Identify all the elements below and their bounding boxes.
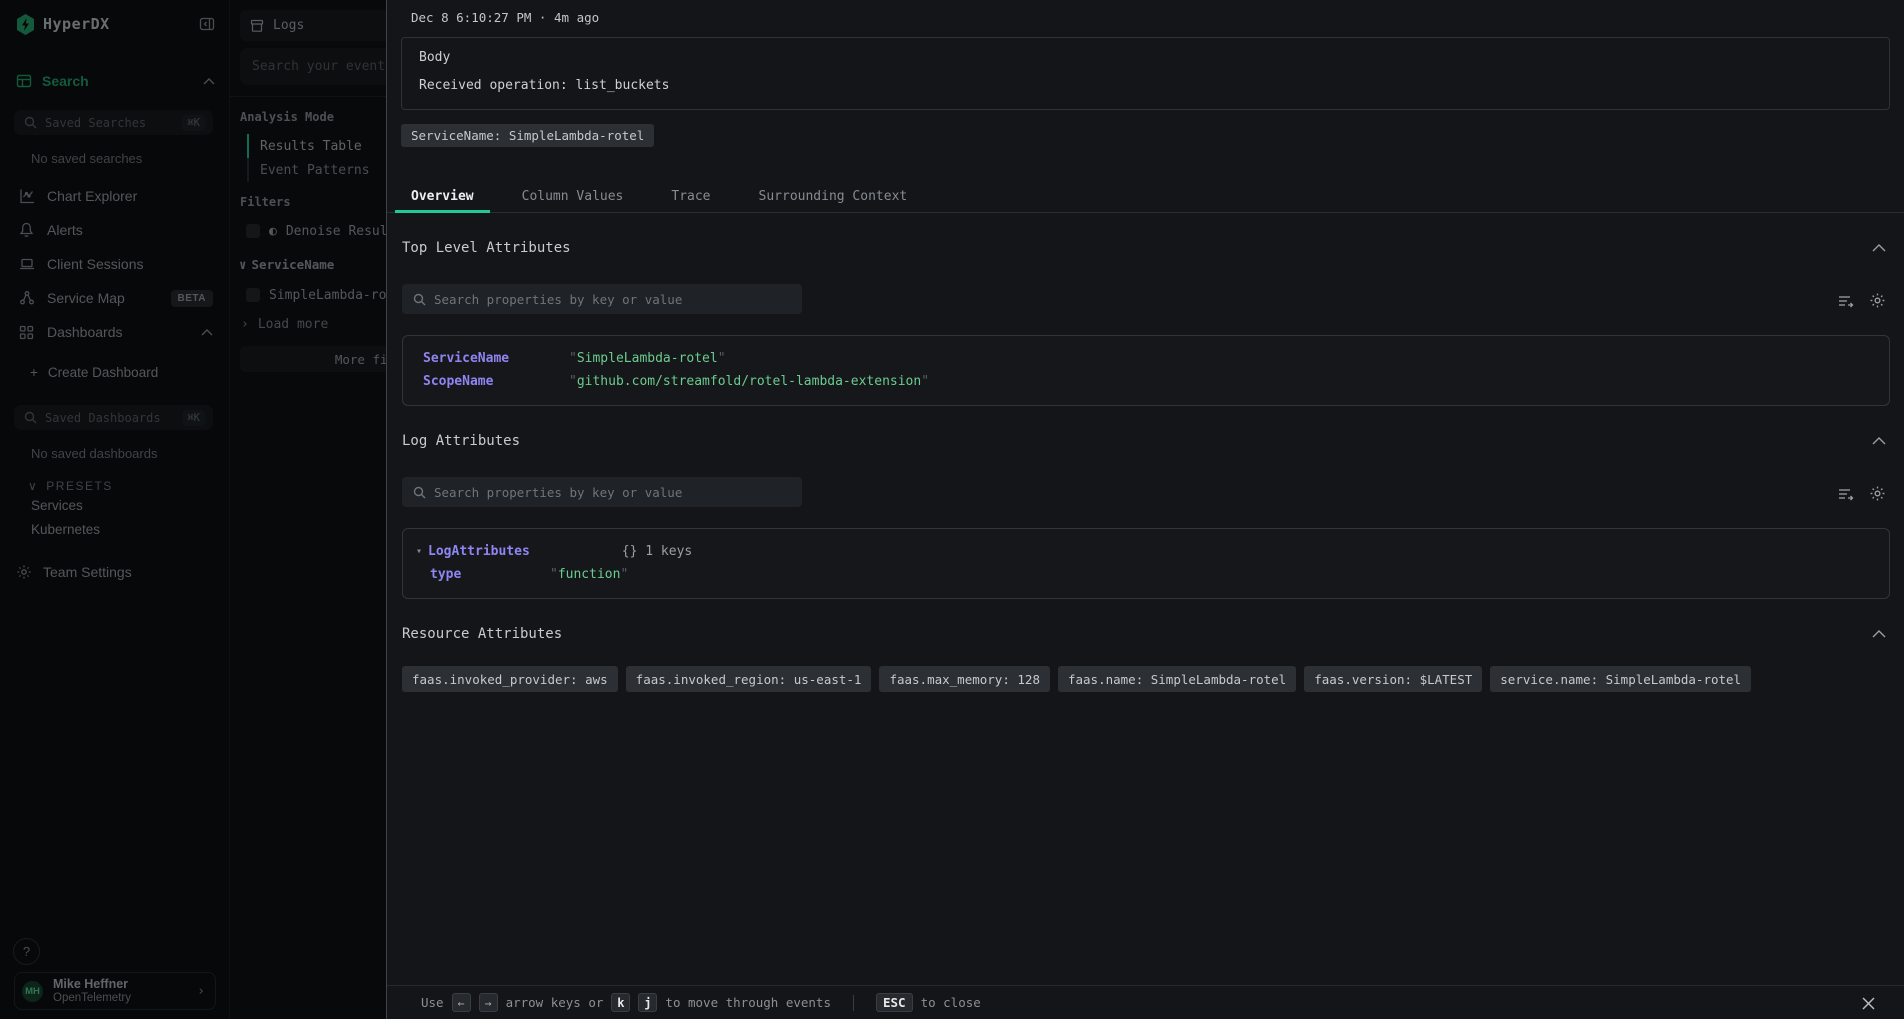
properties-search[interactable] bbox=[402, 284, 802, 314]
attribute-row[interactable]: type function bbox=[403, 563, 1889, 586]
tree-root-key: LogAttributes bbox=[428, 544, 530, 559]
attribute-row[interactable]: ServiceName SimpleLambda-rotel bbox=[403, 347, 1889, 370]
section-tools bbox=[1837, 292, 1886, 314]
resource-attribute-chips: faas.invoked_provider: aws faas.invoked_… bbox=[402, 666, 1890, 692]
section-top-level-attributes: Top Level Attributes bbox=[402, 240, 1886, 256]
footer-divider bbox=[853, 995, 854, 1011]
chevron-up-icon[interactable] bbox=[1872, 244, 1886, 252]
footer-text-arrows: arrow keys or bbox=[506, 995, 604, 1010]
collapse-triangle-icon[interactable]: ▾ bbox=[416, 546, 422, 557]
section-log-attributes: Log Attributes bbox=[402, 433, 1886, 449]
event-body-box: Body Received operation: list_buckets bbox=[401, 37, 1890, 110]
attribute-key: ServiceName bbox=[423, 351, 569, 366]
tab-trace[interactable]: Trace bbox=[655, 180, 726, 212]
attribute-value: function bbox=[550, 567, 1889, 582]
key-j: j bbox=[638, 993, 657, 1012]
footer-text-use: Use bbox=[421, 995, 444, 1010]
search-icon bbox=[413, 486, 426, 499]
footer-text-close: to close bbox=[921, 995, 981, 1010]
search-icon bbox=[413, 293, 426, 306]
footer-text-move: to move through events bbox=[665, 995, 831, 1010]
log-attributes-panel: ▾ LogAttributes {} 1 keys type function bbox=[402, 528, 1890, 599]
attribute-key: ScopeName bbox=[423, 374, 569, 389]
gear-icon[interactable] bbox=[1869, 485, 1886, 502]
tab-column-values[interactable]: Column Values bbox=[506, 180, 640, 212]
body-value: Received operation: list_buckets bbox=[419, 78, 1872, 93]
tree-root-row[interactable]: ▾ LogAttributes {} 1 keys bbox=[403, 540, 1889, 563]
log-attributes-search-row bbox=[402, 449, 1886, 507]
tab-overview[interactable]: Overview bbox=[395, 180, 490, 212]
top-level-attributes-panel: ServiceName SimpleLambda-rotel ScopeName… bbox=[402, 335, 1890, 406]
attribute-key: type bbox=[430, 567, 550, 582]
key-k: k bbox=[611, 993, 630, 1012]
chevron-up-icon[interactable] bbox=[1872, 630, 1886, 638]
resource-chip[interactable]: faas.invoked_region: us-east-1 bbox=[626, 666, 872, 692]
properties-search-input[interactable] bbox=[434, 485, 791, 500]
filter-lines-icon[interactable] bbox=[1837, 294, 1854, 308]
drawer-tabs: Overview Column Values Trace Surrounding… bbox=[387, 180, 1904, 213]
service-tag-chip[interactable]: ServiceName: SimpleLambda-rotel bbox=[401, 124, 654, 147]
properties-search[interactable] bbox=[402, 477, 802, 507]
tag-row: ServiceName: SimpleLambda-rotel bbox=[401, 124, 1904, 147]
section-tools bbox=[1837, 485, 1886, 507]
resource-chip[interactable]: faas.version: $LATEST bbox=[1304, 666, 1482, 692]
hyperdx-app: HyperDX Search ⌘K No saved searches bbox=[0, 0, 1904, 1019]
key-esc: ESC bbox=[876, 993, 913, 1012]
properties-search-input[interactable] bbox=[434, 292, 791, 307]
section-title: Resource Attributes bbox=[402, 626, 562, 642]
section-resource-attributes: Resource Attributes bbox=[402, 626, 1886, 642]
tab-surrounding-context[interactable]: Surrounding Context bbox=[743, 180, 924, 212]
section-title: Log Attributes bbox=[402, 433, 520, 449]
attribute-value: github.com/streamfold/rotel-lambda-exten… bbox=[569, 374, 1889, 389]
attribute-row[interactable]: ScopeName github.com/streamfold/rotel-la… bbox=[403, 370, 1889, 393]
body-label: Body bbox=[419, 50, 1872, 65]
section-title: Top Level Attributes bbox=[402, 240, 571, 256]
event-timestamp: Dec 8 6:10:27 PM · 4m ago bbox=[411, 10, 1904, 25]
drawer-footer: Use ← → arrow keys or k j to move throug… bbox=[387, 985, 1904, 1019]
resource-chip[interactable]: service.name: SimpleLambda-rotel bbox=[1490, 666, 1751, 692]
tree-meta: {} 1 keys bbox=[622, 544, 692, 559]
filter-lines-icon[interactable] bbox=[1837, 487, 1854, 501]
resource-chip[interactable]: faas.invoked_provider: aws bbox=[402, 666, 618, 692]
top-level-search-row bbox=[402, 256, 1886, 314]
key-left-arrow: ← bbox=[452, 993, 471, 1012]
resource-chip[interactable]: faas.max_memory: 128 bbox=[879, 666, 1050, 692]
gear-icon[interactable] bbox=[1869, 292, 1886, 309]
close-icon[interactable] bbox=[1861, 996, 1876, 1011]
chevron-up-icon[interactable] bbox=[1872, 437, 1886, 445]
key-right-arrow: → bbox=[479, 993, 498, 1012]
resource-chip[interactable]: faas.name: SimpleLambda-rotel bbox=[1058, 666, 1296, 692]
attribute-value: SimpleLambda-rotel bbox=[569, 351, 1889, 366]
event-detail-drawer: Dec 8 6:10:27 PM · 4m ago Body Received … bbox=[386, 0, 1904, 1019]
